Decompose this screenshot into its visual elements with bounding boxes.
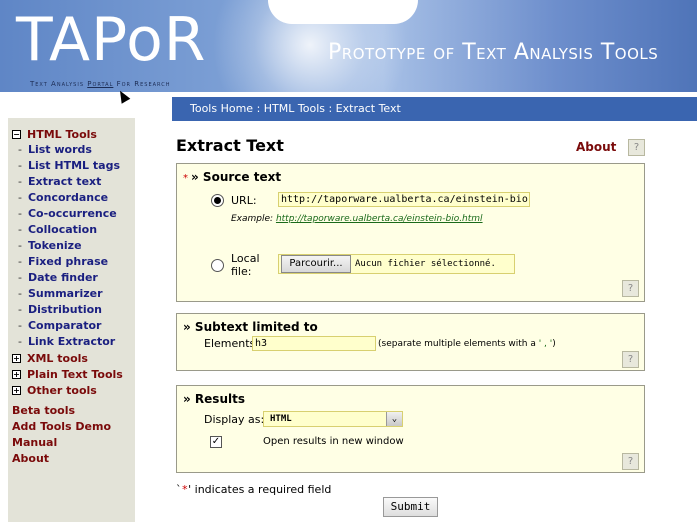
local-label-line: Local	[231, 252, 260, 265]
sidebar-group-html-tools[interactable]: − HTML Tools	[12, 126, 135, 142]
local-label-line: file:	[231, 265, 252, 278]
sidebar-item-link-extractor[interactable]: - Link Extractor	[12, 334, 135, 350]
source-text-panel: *» Source text URL: http://taporware.ual…	[176, 163, 645, 302]
file-input[interactable]: Parcourir... Aucun fichier sélectionné.	[278, 254, 515, 274]
sidebar-link-about[interactable]: About	[12, 451, 135, 467]
subtext-help-button[interactable]: ?	[622, 351, 639, 368]
browse-button[interactable]: Parcourir...	[281, 255, 351, 273]
local-file-radio[interactable]	[211, 259, 224, 272]
elements-label: Elements:	[204, 337, 259, 350]
url-label: URL:	[231, 194, 257, 207]
expand-icon[interactable]: +	[12, 385, 21, 395]
source-text-title: *» Source text	[183, 170, 281, 184]
sidebar-item-co-occurrence[interactable]: - Co-occurrence	[12, 206, 135, 222]
open-new-window-checkbox[interactable]: ✓	[210, 436, 222, 448]
portal-link[interactable]: Portal	[87, 80, 113, 88]
sidebar: − HTML Tools - List words - List HTML tags…	[8, 118, 135, 522]
sidebar-group-xml-tools[interactable]: + XML tools	[12, 350, 135, 366]
logo-subtitle: Text Analysis Portal For Research	[30, 80, 171, 88]
sidebar-item-comparator[interactable]: - Comparator	[12, 318, 135, 334]
sidebar-link-add-tools-demo[interactable]: Add Tools Demo	[12, 419, 135, 435]
help-button[interactable]: ?	[628, 139, 645, 156]
header-tab-decoration	[268, 0, 418, 24]
submit-button[interactable]: Submit	[383, 497, 438, 517]
expand-icon[interactable]: +	[12, 353, 21, 363]
req-note-text: ' indicates a required field	[188, 483, 332, 496]
source-text-heading: » Source text	[191, 170, 282, 184]
required-field-note: `*' indicates a required field	[176, 483, 331, 496]
sidebar-item-list-words[interactable]: - List words	[12, 142, 135, 158]
hint-separator: ' , '	[538, 339, 553, 349]
site-title: Prototype of Text Analysis Tools	[328, 40, 659, 65]
sidebar-item-tokenize[interactable]: - Tokenize	[12, 238, 135, 254]
sidebar-group-plain-text-tools[interactable]: + Plain Text Tools	[12, 366, 135, 382]
site-header: TAPoR Text Analysis Portal For Research …	[0, 0, 697, 92]
required-mark: *	[183, 173, 188, 184]
about-link[interactable]: About	[576, 140, 616, 154]
no-file-text: Aucun fichier sélectionné.	[355, 259, 496, 269]
example-link[interactable]: http://taporware.ualberta.ca/einstein-bi…	[276, 214, 483, 224]
sidebar-group-other-tools[interactable]: + Other tools	[12, 382, 135, 398]
sidebar-item-concordance[interactable]: - Concordance	[12, 190, 135, 206]
results-panel: » Results Display as: HTML ⌄ ✓ Open resu…	[176, 385, 645, 473]
results-help-button[interactable]: ?	[622, 453, 639, 470]
expand-icon[interactable]: +	[12, 369, 21, 379]
display-as-select[interactable]: HTML ⌄	[263, 411, 403, 427]
sidebar-item-extract-text[interactable]: - Extract text	[12, 174, 135, 190]
hint-text: )	[552, 339, 556, 349]
url-radio[interactable]	[211, 194, 224, 207]
local-file-label: Local file:	[231, 252, 260, 278]
page-title: Extract Text	[176, 136, 284, 155]
example-label: Example:	[231, 214, 276, 224]
elements-hint: (separate multiple elements with a ' , '…	[378, 339, 556, 349]
url-example: Example: http://taporware.ualberta.ca/ei…	[231, 214, 483, 224]
sidebar-item-collocation[interactable]: - Collocation	[12, 222, 135, 238]
subtext-heading: » Subtext limited to	[183, 320, 318, 334]
results-heading: » Results	[183, 392, 245, 406]
sidebar-link-beta-tools[interactable]: Beta tools	[12, 403, 135, 419]
hint-text: (separate multiple elements with a	[378, 339, 539, 349]
display-as-label: Display as:	[204, 413, 265, 426]
open-new-window-label: Open results in new window	[263, 436, 404, 447]
sidebar-item-list-html-tags[interactable]: - List HTML tags	[12, 158, 135, 174]
breadcrumb[interactable]: Tools Home : HTML Tools : Extract Text	[172, 97, 697, 121]
chevron-down-icon[interactable]: ⌄	[386, 412, 402, 426]
sidebar-item-fixed-phrase[interactable]: - Fixed phrase	[12, 254, 135, 270]
subtext-panel: » Subtext limited to Elements: h3 (separ…	[176, 313, 645, 371]
url-input[interactable]: http://taporware.ualberta.ca/einstein-bi…	[278, 192, 530, 207]
source-help-button[interactable]: ?	[622, 280, 639, 297]
logo-sub-part: Text Analysis	[30, 80, 88, 88]
display-as-value: HTML	[270, 414, 292, 424]
sidebar-group-label[interactable]: Plain Text Tools	[27, 368, 123, 381]
collapse-icon[interactable]: −	[12, 129, 21, 139]
elements-input[interactable]: h3	[252, 336, 376, 351]
sidebar-item-summarizer[interactable]: - Summarizer	[12, 286, 135, 302]
sidebar-group-label[interactable]: HTML Tools	[27, 128, 97, 141]
tapor-logo[interactable]: TAPoR	[16, 8, 206, 72]
logo-sub-part: For Research	[113, 80, 171, 88]
sidebar-group-label[interactable]: Other tools	[27, 384, 97, 397]
sidebar-group-label[interactable]: XML tools	[27, 352, 88, 365]
sidebar-link-manual[interactable]: Manual	[12, 435, 135, 451]
sidebar-item-date-finder[interactable]: - Date finder	[12, 270, 135, 286]
sidebar-item-distribution[interactable]: - Distribution	[12, 302, 135, 318]
